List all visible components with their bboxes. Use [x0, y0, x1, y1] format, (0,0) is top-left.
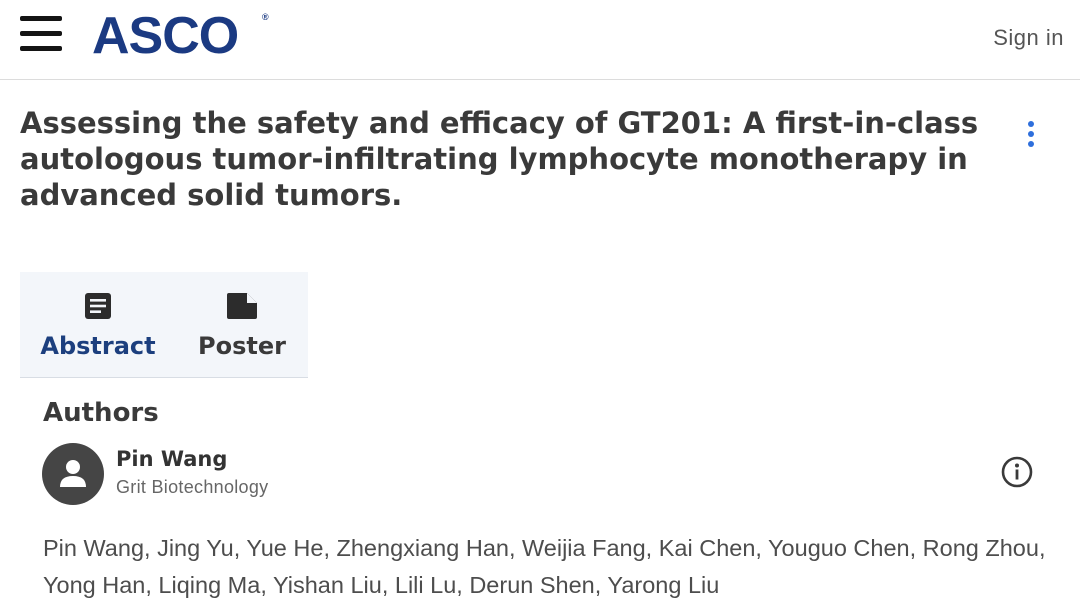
info-icon[interactable]	[1001, 456, 1033, 488]
tab-abstract-label: Abstract	[40, 332, 156, 360]
poster-icon	[227, 293, 257, 319]
document-icon	[85, 293, 111, 319]
menu-bar	[20, 16, 62, 21]
authors-heading: Authors	[43, 398, 159, 428]
menu-bar	[20, 31, 62, 36]
sign-in-link[interactable]: Sign in	[993, 25, 1064, 51]
content-tabs: Abstract Poster	[20, 272, 308, 378]
tab-poster-label: Poster	[198, 332, 286, 360]
kebab-dot	[1028, 131, 1034, 137]
person-icon	[60, 460, 86, 487]
hamburger-menu-icon[interactable]	[18, 16, 64, 52]
menu-bar	[20, 46, 62, 51]
avatar	[42, 443, 104, 505]
kebab-dot	[1028, 141, 1034, 147]
tab-poster[interactable]: Poster	[176, 272, 308, 378]
primary-author-name[interactable]: Pin Wang	[116, 447, 227, 471]
primary-author-affiliation: Grit Biotechnology	[116, 477, 269, 497]
asco-logo[interactable]: ASCO	[92, 6, 239, 66]
top-header: ASCO ® Sign in	[0, 0, 1080, 80]
tab-abstract[interactable]: Abstract	[20, 272, 176, 378]
article-title: Assessing the safety and efficacy of GT2…	[20, 106, 979, 212]
author-list: Pin Wang, Jing Yu, Yue He, Zhengxiang Ha…	[43, 535, 1046, 598]
more-vertical-icon[interactable]	[1024, 121, 1038, 151]
kebab-dot	[1028, 121, 1034, 127]
registered-mark: ®	[262, 12, 269, 22]
